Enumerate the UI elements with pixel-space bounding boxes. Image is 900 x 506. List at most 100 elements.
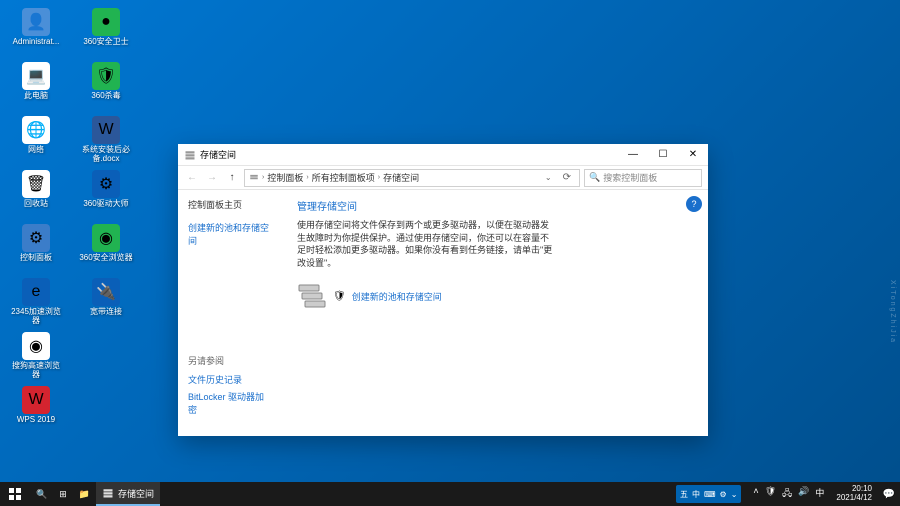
refresh-icon[interactable]: ⟳ xyxy=(559,172,575,183)
icon-label: 360安全浏览器 xyxy=(79,254,132,263)
search-input[interactable]: 🔍 搜索控制面板 xyxy=(584,169,702,187)
search-icon: 🔍 xyxy=(36,489,47,500)
gear-icon: ⚙ xyxy=(720,490,727,499)
watermark: XiTongZhiJia xyxy=(889,280,896,344)
titlebar: 存储空间 — ☐ ✕ xyxy=(178,144,708,166)
sidebar-home-link[interactable]: 控制面板主页 xyxy=(188,198,273,211)
taskbar-app-storage[interactable]: 存储空间 xyxy=(96,482,160,506)
tray-shield-icon[interactable]: 🛡 xyxy=(765,486,776,502)
app-icon: ● xyxy=(92,8,120,36)
storage-icon xyxy=(102,487,114,499)
main-content: ? 管理存储空间 使用存储空间将文件保存到两个或更多驱动器，以便在驱动器发生故障… xyxy=(283,190,708,436)
taskbar-app-label: 存储空间 xyxy=(118,487,154,500)
taskbar-taskview-button[interactable]: ⊞ xyxy=(53,482,73,506)
desktop-icon[interactable]: e2345加速浏览器 xyxy=(8,278,64,330)
maximize-button[interactable]: ☐ xyxy=(648,144,678,166)
chevron-right-icon: › xyxy=(378,174,380,181)
icon-label: 360驱动大师 xyxy=(83,200,128,209)
icon-label: 搜狗高速浏览器 xyxy=(9,362,63,380)
taskbar-explorer-button[interactable]: 📁 xyxy=(73,482,96,506)
create-pool-link[interactable]: 创建新的池和存储空间 xyxy=(352,290,442,303)
icon-label: 2345加速浏览器 xyxy=(9,308,63,326)
chevron-down-icon[interactable]: ⌄ xyxy=(541,173,556,182)
desktop-icon[interactable]: ⚙ 控制面板 xyxy=(8,224,64,276)
search-placeholder: 搜索控制面板 xyxy=(603,171,657,184)
icon-label: 360安全卫士 xyxy=(83,38,128,47)
minimize-button[interactable]: — xyxy=(618,144,648,166)
icon-label: 系统安装后必备.docx xyxy=(79,146,133,164)
forward-button[interactable]: → xyxy=(204,170,220,186)
start-button[interactable] xyxy=(0,482,30,506)
sidebar: 控制面板主页 创建新的池和存储空间 另请参阅 文件历史记录 BitLocker … xyxy=(178,190,283,436)
app-icon: 👤 xyxy=(22,8,50,36)
keyboard-icon: ⌨ xyxy=(704,490,716,499)
desktop-icon[interactable]: 🗑 回收站 xyxy=(8,170,64,222)
icon-label: 宽带连接 xyxy=(90,308,122,317)
app-icon: ⚙ xyxy=(92,170,120,198)
folder-icon: 📁 xyxy=(79,489,90,500)
chevron-right-icon: › xyxy=(306,174,308,181)
back-button[interactable]: ← xyxy=(184,170,200,186)
control-panel-window: 存储空间 — ☐ ✕ ← → ↑ › 控制面板 › 所有控制面板项 › 存储空间… xyxy=(178,144,708,436)
app-icon: ◉ xyxy=(92,224,120,252)
icon-label: 控制面板 xyxy=(20,254,52,263)
drives-icon xyxy=(297,283,327,309)
desktop-icon[interactable]: W 系统安装后必备.docx xyxy=(78,116,134,168)
icon-label: 360杀毒 xyxy=(91,92,120,101)
close-button[interactable]: ✕ xyxy=(678,144,708,166)
storage-icon xyxy=(184,149,196,161)
desktop-icon[interactable]: ◉ 搜狗高速浏览器 xyxy=(8,332,64,384)
address-bar[interactable]: › 控制面板 › 所有控制面板项 › 存储空间 ⌄ ⟳ xyxy=(244,169,580,187)
breadcrumb-seg[interactable]: 存储空间 xyxy=(383,171,419,184)
sidebar-link-file-history[interactable]: 文件历史记录 xyxy=(188,373,273,386)
icon-label: 回收站 xyxy=(24,200,48,209)
app-icon: ⚙ xyxy=(22,224,50,252)
help-icon[interactable]: ? xyxy=(686,196,702,212)
desktop-icon[interactable]: ⚙ 360驱动大师 xyxy=(78,170,134,222)
desktop-icon[interactable]: ◉ 360安全浏览器 xyxy=(78,224,134,276)
taskview-icon: ⊞ xyxy=(59,489,67,500)
chevron-right-icon: › xyxy=(262,174,264,181)
app-icon: 🔌 xyxy=(92,278,120,306)
main-description: 使用存储空间将文件保存到两个或更多驱动器，以便在驱动器发生故障时为你提供保护。通… xyxy=(297,219,557,269)
taskbar-clock[interactable]: 20:10 2021/4/12 xyxy=(830,485,878,503)
app-icon: 🌐 xyxy=(22,116,50,144)
taskbar: 🔍 ⊞ 📁 存储空间 五 中 ⌨ ⚙ ⌄ ˄ 🛡 🖧 🔊 中 20:10 202… xyxy=(0,482,900,506)
breadcrumb-seg[interactable]: 所有控制面板项 xyxy=(312,171,375,184)
desktop-icon[interactable]: W WPS 2019 xyxy=(8,386,64,438)
sidebar-link-bitlocker[interactable]: BitLocker 驱动器加密 xyxy=(188,390,273,416)
tray-chevron-up-icon[interactable]: ˄ xyxy=(753,486,758,502)
tray-volume-icon[interactable]: 🔊 xyxy=(798,486,809,502)
desktop-icon[interactable]: 🔌 宽带连接 xyxy=(78,278,134,330)
chevron-down-icon: ⌄ xyxy=(731,490,738,499)
up-button[interactable]: ↑ xyxy=(224,170,240,186)
main-title: 管理存储空间 xyxy=(297,198,694,213)
icon-label: WPS 2019 xyxy=(17,416,55,425)
ime-indicator[interactable]: 五 中 ⌨ ⚙ ⌄ xyxy=(676,485,741,503)
app-icon: 💻 xyxy=(22,62,50,90)
app-icon: ◉ xyxy=(22,332,50,360)
desktop-icon[interactable]: 💻 此电脑 xyxy=(8,62,64,114)
app-icon: W xyxy=(92,116,120,144)
desktop-icon[interactable]: 🌐网络 xyxy=(8,116,64,168)
notification-button[interactable]: 💬 xyxy=(878,482,900,506)
tray-ime-icon[interactable]: 中 xyxy=(815,486,824,502)
icon-label: 此电脑 xyxy=(24,92,48,101)
see-also-label: 另请参阅 xyxy=(188,354,273,367)
nav-bar: ← → ↑ › 控制面板 › 所有控制面板项 › 存储空间 ⌄ ⟳ 🔍 搜索控制… xyxy=(178,166,708,190)
tray-network-icon[interactable]: 🖧 xyxy=(782,486,792,502)
desktop-icon[interactable]: 🛡360杀毒 xyxy=(78,62,134,114)
icon-label: Administrat... xyxy=(13,38,60,47)
taskbar-search-button[interactable]: 🔍 xyxy=(30,482,53,506)
system-tray: 五 中 ⌨ ⚙ ⌄ ˄ 🛡 🖧 🔊 中 20:10 2021/4/12 💬 xyxy=(676,482,900,506)
search-icon: 🔍 xyxy=(589,172,600,183)
app-icon: W xyxy=(22,386,50,414)
sidebar-create-link[interactable]: 创建新的池和存储空间 xyxy=(188,221,273,247)
storage-icon xyxy=(249,173,259,183)
window-title: 存储空间 xyxy=(200,148,618,161)
shield-icon: 🛡 xyxy=(333,291,346,302)
app-icon: 🗑 xyxy=(22,170,50,198)
desktop-icon[interactable]: 👤 Administrat... xyxy=(8,8,64,60)
breadcrumb-seg[interactable]: 控制面板 xyxy=(267,171,303,184)
desktop-icon[interactable]: ● 360安全卫士 xyxy=(78,8,134,60)
